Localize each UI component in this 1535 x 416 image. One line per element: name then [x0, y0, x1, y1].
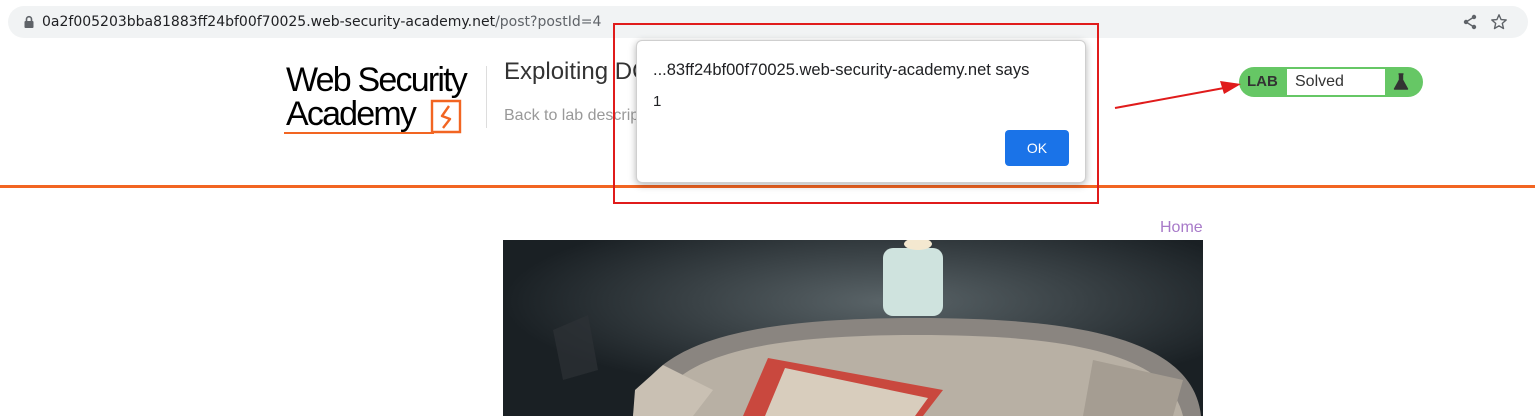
header-divider: [486, 66, 487, 128]
lab-status-badge: LAB Solved: [1239, 67, 1423, 97]
logo-line-1: Web Security: [286, 61, 468, 99]
flask-icon: [1393, 73, 1409, 90]
lab-status-text: Solved: [1287, 69, 1385, 95]
blog-post-image: [503, 240, 1203, 416]
star-icon[interactable]: [1490, 13, 1508, 31]
home-link[interactable]: Home: [1160, 219, 1203, 237]
lab-label: LAB: [1247, 73, 1278, 90]
annotation-highlight-box: [613, 23, 1099, 204]
web-security-academy-logo[interactable]: Web Security Academy: [284, 63, 484, 139]
share-icon[interactable]: [1462, 14, 1478, 30]
logo-underline: [284, 132, 434, 134]
url-path: /post?postId=4: [495, 14, 602, 30]
lightning-logo-icon: [430, 99, 462, 134]
annotation-arrow-icon: [1114, 81, 1241, 109]
url-host: 0a2f005203bba81883ff24bf00f70025.web-sec…: [42, 14, 496, 30]
lock-icon[interactable]: [22, 15, 36, 29]
logo-line-2: Academy: [286, 95, 417, 133]
url-text[interactable]: 0a2f005203bba81883ff24bf00f70025.web-sec…: [42, 14, 601, 30]
